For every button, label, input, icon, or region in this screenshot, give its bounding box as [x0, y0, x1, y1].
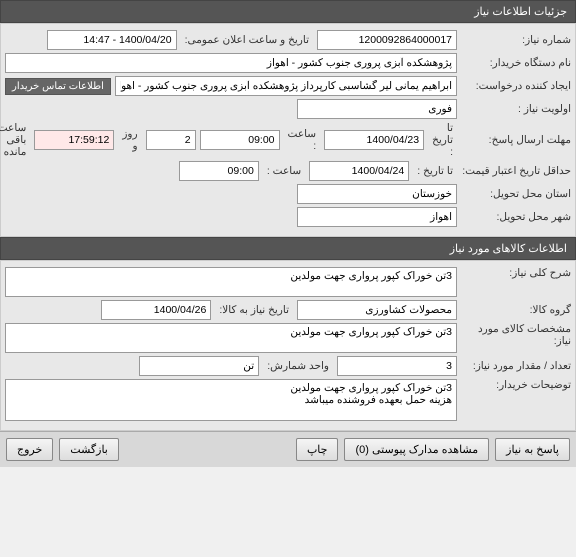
form-goods: شرح کلی نیاز: گروه کالا: تاریخ نیاز به ک…	[0, 260, 576, 431]
creator-label: ایجاد کننده درخواست:	[461, 80, 571, 92]
buyer-label: نام دستگاه خریدار:	[461, 57, 571, 69]
group-input[interactable]	[297, 300, 457, 320]
form-need-details: شماره نیاز: تاریخ و ساعت اعلان عمومی: نا…	[0, 23, 576, 237]
remaining-label: ساعت باقی مانده	[0, 122, 30, 158]
contact-buyer-button[interactable]: اطلاعات تماس خریدار	[5, 78, 111, 95]
time-label-2: ساعت :	[263, 165, 305, 177]
section-header-goods: اطلاعات کالاهای مورد نیاز	[0, 237, 576, 260]
qty-input[interactable]	[337, 356, 457, 376]
priority-label: اولویت نیاز :	[461, 103, 571, 115]
deadline-time-input[interactable]	[200, 130, 280, 150]
announce-label: تاریخ و ساعت اعلان عمومی:	[181, 34, 313, 46]
spec-textarea[interactable]	[5, 323, 457, 353]
unit-input[interactable]	[139, 356, 259, 376]
unit-label: واحد شمارش:	[263, 360, 333, 372]
qty-label: تعداد / مقدار مورد نیاز:	[461, 360, 571, 372]
group-label: گروه کالا:	[461, 304, 571, 316]
province-label: استان محل تحویل:	[461, 188, 571, 200]
to-date-label-1: تا تاریخ :	[428, 122, 457, 158]
need-date-label: تاریخ نیاز به کالا:	[215, 304, 293, 316]
buyer-input[interactable]	[5, 53, 457, 73]
validity-label: حداقل تاریخ اعتبار قیمت:	[461, 165, 571, 177]
need-number-label: شماره نیاز:	[461, 34, 571, 46]
attachments-button[interactable]: مشاهده مدارک پیوستی (0)	[344, 438, 489, 461]
deadline-date-input[interactable]	[324, 130, 424, 150]
respond-button[interactable]: پاسخ به نیاز	[495, 438, 570, 461]
notes-label: توضیحات خریدار:	[461, 379, 571, 391]
validity-date-input[interactable]	[309, 161, 409, 181]
back-button[interactable]: بازگشت	[59, 438, 119, 461]
countdown-input	[34, 130, 114, 150]
desc-textarea[interactable]	[5, 267, 457, 297]
to-date-label-2: تا تاریخ :	[413, 165, 457, 177]
desc-label: شرح کلی نیاز:	[461, 267, 571, 279]
notes-textarea[interactable]	[5, 379, 457, 421]
need-date-input[interactable]	[101, 300, 211, 320]
footer-toolbar: پاسخ به نیاز مشاهده مدارک پیوستی (0) چاپ…	[0, 431, 576, 467]
announce-input[interactable]	[47, 30, 177, 50]
deadline-label: مهلت ارسال پاسخ:	[461, 134, 571, 146]
need-number-input[interactable]	[317, 30, 457, 50]
province-input[interactable]	[297, 184, 457, 204]
spec-label: مشخصات کالای مورد نیاز:	[461, 323, 571, 347]
priority-input[interactable]	[297, 99, 457, 119]
creator-input[interactable]	[115, 76, 457, 96]
time-label-1: ساعت :	[284, 128, 321, 152]
section-header-need-details: جزئیات اطلاعات نیاز	[0, 0, 576, 23]
exit-button[interactable]: خروج	[6, 438, 53, 461]
city-input[interactable]	[297, 207, 457, 227]
days-remaining-input	[146, 130, 196, 150]
city-label: شهر محل تحویل:	[461, 211, 571, 223]
validity-time-input[interactable]	[179, 161, 259, 181]
print-button[interactable]: چاپ	[296, 438, 339, 461]
days-label: روز و	[118, 128, 141, 152]
